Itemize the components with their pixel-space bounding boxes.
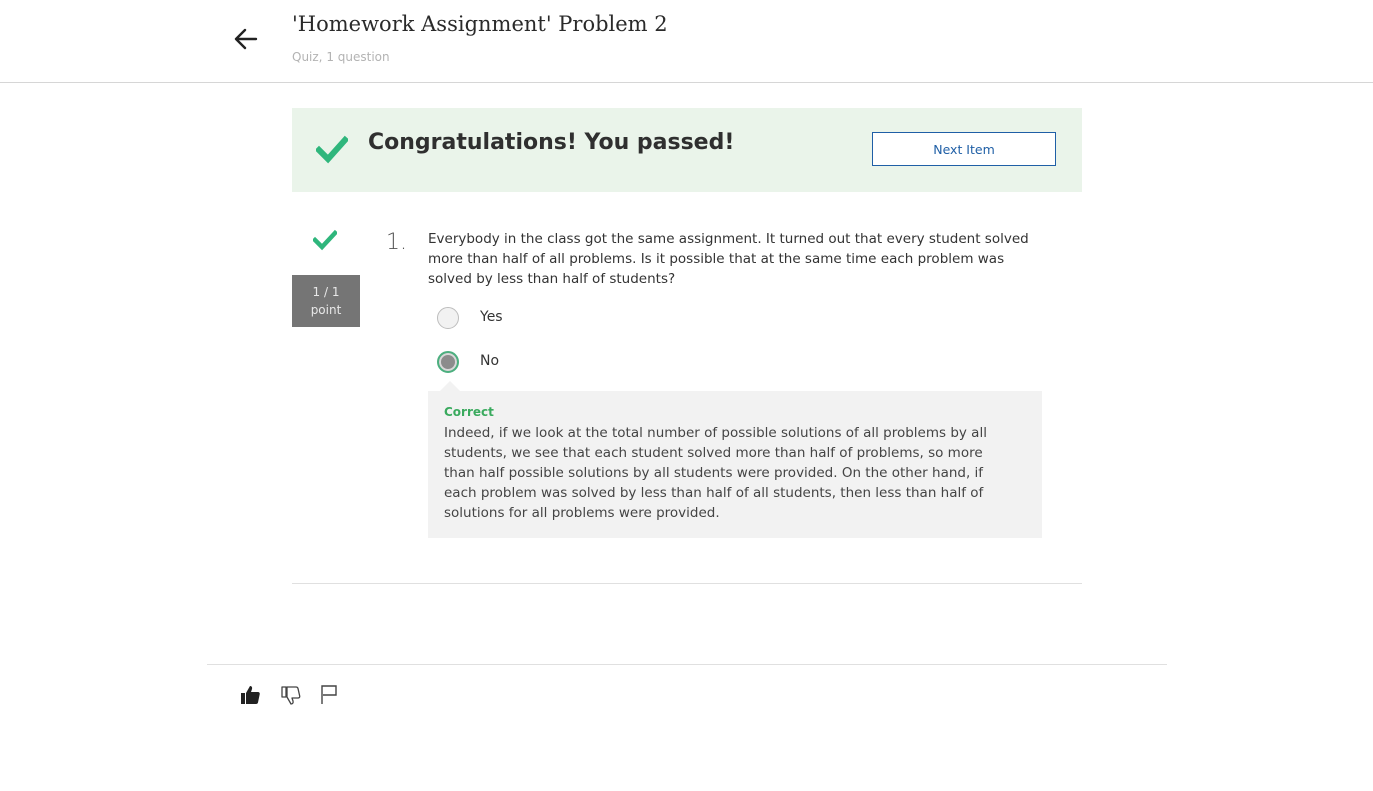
feedback-status: Correct: [444, 405, 494, 419]
checkmark-icon: [316, 135, 348, 164]
question-text: Everybody in the class got the same assi…: [428, 231, 1029, 287]
radio-button-selected[interactable]: [437, 351, 459, 373]
feedback-text: Indeed, if we look at the total number o…: [444, 425, 987, 521]
points-score: 1 / 1: [312, 285, 340, 299]
pass-message: Congratulations! You passed!: [368, 130, 735, 155]
flag-button[interactable]: [318, 683, 342, 707]
pass-banner: Congratulations! You passed! Next Item: [292, 108, 1082, 192]
option-label: No: [480, 353, 500, 369]
footer-divider: [207, 664, 1167, 665]
back-button[interactable]: [232, 26, 260, 52]
flag-icon: [321, 685, 337, 704]
question-correct-icon: [313, 229, 337, 251]
page-subtitle: Quiz, 1 question: [292, 50, 390, 64]
points-unit: point: [310, 303, 342, 317]
question-number: 1.: [386, 230, 407, 255]
feedback-box: Correct Indeed, if we look at the total …: [428, 391, 1042, 538]
thumbs-up-icon: [241, 686, 260, 704]
option-label: Yes: [480, 309, 503, 325]
page-header: 'Homework Assignment' Problem 2 Quiz, 1 …: [0, 0, 1373, 83]
radio-button[interactable]: [437, 307, 459, 329]
page-title: 'Homework Assignment' Problem 2: [292, 12, 668, 36]
dislike-button[interactable]: [279, 683, 303, 707]
arrow-left-icon: [234, 28, 258, 50]
next-item-button[interactable]: Next Item: [872, 132, 1056, 166]
divider: [292, 583, 1082, 584]
thumbs-down-icon: [281, 686, 301, 705]
like-button[interactable]: [238, 683, 262, 707]
feedback-pointer: [440, 381, 460, 391]
points-badge: 1 / 1 point: [292, 275, 360, 327]
